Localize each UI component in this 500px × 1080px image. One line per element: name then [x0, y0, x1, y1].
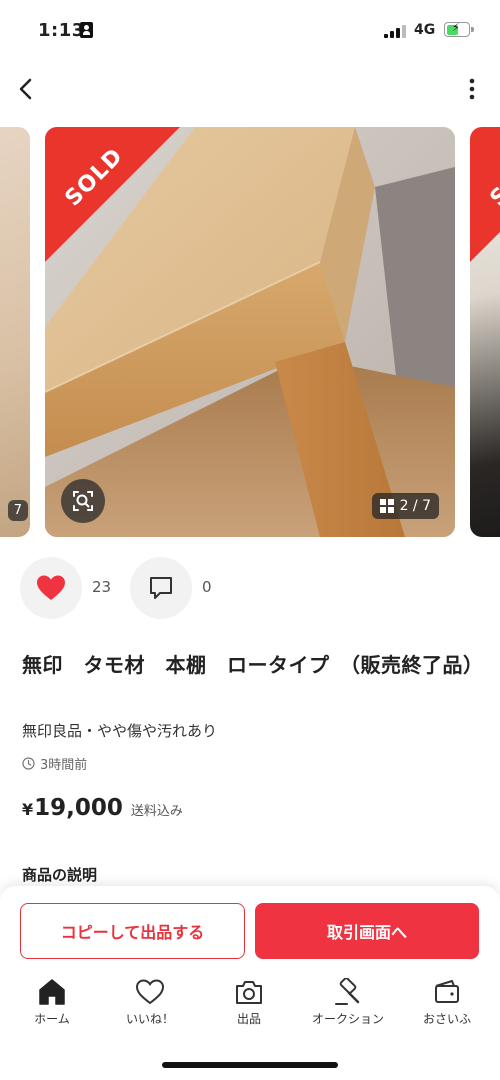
tab-auction[interactable]: オークション — [298, 978, 398, 1038]
next-image[interactable]: SOLD — [470, 127, 500, 537]
copy-listing-button[interactable]: コピーして出品する — [20, 903, 245, 959]
lens-search-icon — [73, 491, 93, 511]
bottom-action-bar: コピーして出品する 取引画面へ ホーム いいね！ 出品 オークション おさいふ — [0, 886, 500, 1080]
price-value: 19,000 — [34, 795, 123, 821]
network-type: 4G — [414, 22, 436, 38]
tab-likes[interactable]: いいね！ — [100, 978, 200, 1038]
top-nav — [0, 64, 500, 114]
description-heading: 商品の説明 — [22, 866, 98, 884]
tab-sell-label: 出品 — [236, 1012, 261, 1026]
trade-screen-button[interactable]: 取引画面へ — [255, 903, 479, 959]
back-button[interactable] — [12, 74, 42, 104]
tab-home[interactable]: ホーム — [2, 978, 102, 1038]
tab-likes-label: いいね！ — [125, 1012, 174, 1026]
heart-filled-icon — [37, 575, 65, 600]
signal-icon — [384, 24, 408, 38]
grid-icon — [379, 499, 394, 513]
posted-time-text: 3時間前 — [40, 758, 88, 773]
tab-auction-label: オークション — [311, 1012, 384, 1026]
status-bar: 1:13 4G ⚡ — [0, 0, 500, 64]
previous-image[interactable]: 7 — [0, 127, 30, 537]
image-counter[interactable]: 2 / 7 — [371, 493, 439, 519]
more-vertical-icon — [469, 78, 475, 100]
image-carousel[interactable]: 7 SOLD 2 / 7 SOLD — [0, 127, 500, 537]
previous-image-counter: 7 — [7, 500, 28, 521]
comment-count: 0 — [202, 578, 212, 596]
more-options-button[interactable] — [466, 76, 478, 102]
home-indicator — [162, 1062, 338, 1068]
engagement-row: 23 0 — [20, 557, 420, 619]
like-button[interactable] — [20, 557, 82, 619]
status-time: 1:13 — [38, 20, 85, 41]
like-count: 23 — [92, 578, 112, 596]
battery-icon: ⚡ — [444, 21, 474, 37]
tab-home-label: ホーム — [34, 1012, 70, 1026]
product-image[interactable]: SOLD 2 / 7 — [45, 127, 455, 537]
sold-ribbon: SOLD — [45, 127, 185, 267]
home-icon — [39, 979, 65, 1005]
comment-button[interactable] — [130, 557, 192, 619]
clock-icon — [22, 757, 35, 770]
tab-sell[interactable]: 出品 — [199, 978, 299, 1038]
heart-icon — [135, 979, 165, 1005]
tab-bar: ホーム いいね！ 出品 オークション おさいふ — [0, 978, 500, 1038]
tab-wallet[interactable]: おさいふ — [397, 978, 497, 1038]
person-badge-icon — [80, 22, 93, 38]
shipping-note: 送料込み — [130, 804, 183, 819]
next-sold-ribbon: SOLD — [470, 127, 500, 267]
camera-icon — [236, 981, 262, 1004]
price-currency: ¥ — [22, 800, 34, 819]
posted-time: 3時間前 — [22, 754, 87, 773]
product-title: 無印 タモ材 本棚 ロータイプ （販売終了品） — [22, 653, 484, 677]
image-search-button[interactable] — [61, 479, 105, 523]
chevron-left-icon — [19, 78, 32, 100]
comment-icon — [150, 577, 172, 599]
wallet-icon — [435, 980, 459, 1003]
gavel-icon — [335, 978, 360, 1005]
price-row: ¥ 19,000 送料込み — [22, 795, 183, 821]
image-counter-text: 2 / 7 — [399, 498, 431, 514]
tab-wallet-label: おさいふ — [422, 1012, 471, 1026]
product-condition: 無印良品・やや傷や汚れあり — [22, 722, 218, 740]
